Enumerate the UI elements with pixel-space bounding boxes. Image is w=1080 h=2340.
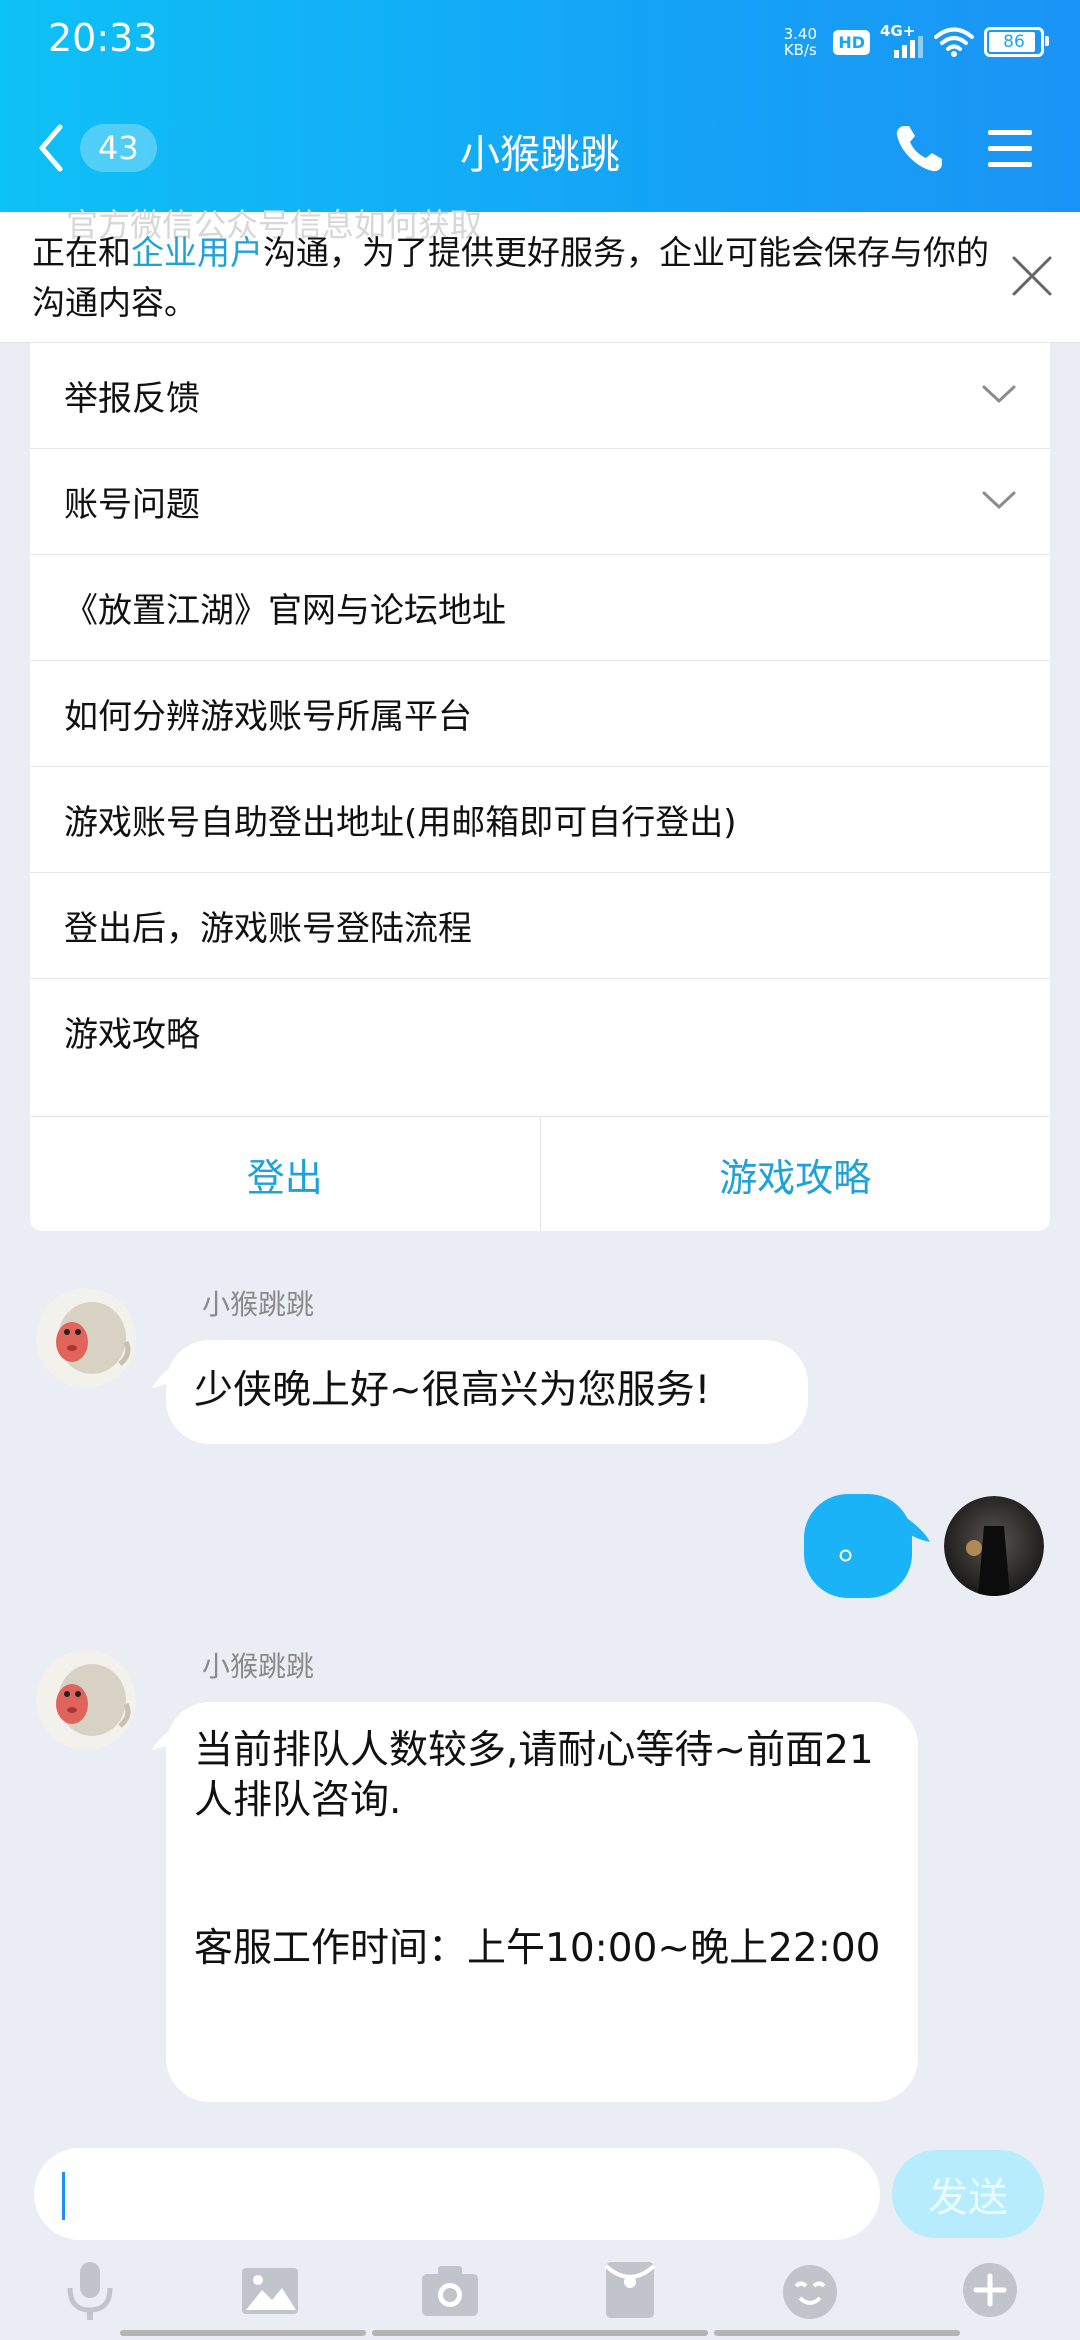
message-text: 。 xyxy=(838,1524,878,1569)
image-icon[interactable] xyxy=(238,2258,302,2322)
bubble-tail xyxy=(904,1516,930,1542)
text-caret xyxy=(62,2172,65,2220)
message-text: 客服工作时间：上午10:00~晚上22:00 xyxy=(194,1926,881,1971)
network-speed-unit: KB/s xyxy=(783,41,817,59)
my-message-bubble[interactable]: 。 xyxy=(804,1494,912,1598)
faq-actions: 登出 游戏攻略 xyxy=(30,1116,1050,1231)
message-bubble[interactable]: 少侠晚上好~很高兴为您服务! xyxy=(166,1340,808,1444)
monkey-icon xyxy=(36,1650,136,1750)
my-avatar[interactable] xyxy=(944,1496,1044,1596)
menu-icon[interactable] xyxy=(980,118,1040,178)
faq-menu-item[interactable]: 如何分辨游戏账号所属平台 xyxy=(30,660,1050,766)
red-packet-icon[interactable] xyxy=(598,2258,662,2322)
game-guide-action-button[interactable]: 游戏攻略 xyxy=(539,1117,1051,1231)
user-photo-icon xyxy=(944,1496,1044,1596)
mic-icon[interactable] xyxy=(58,2258,122,2322)
faq-menu-item[interactable]: 游戏攻略 xyxy=(30,978,1050,1084)
logout-action-button[interactable]: 登出 xyxy=(30,1117,540,1231)
scrollbar-segment xyxy=(372,2330,708,2336)
faq-menu-item-label: 《放置江湖》官网与论坛地址 xyxy=(64,591,506,631)
chevron-down-icon xyxy=(982,385,1016,404)
faq-menu-item-label: 游戏账号自助登出地址(用邮箱即可自行登出) xyxy=(64,803,737,843)
enterprise-notice: 官方微信公众号信息如何获取 正在和企业用户沟通，为了提供更好服务，企业可能会保存… xyxy=(0,206,1080,343)
monkey-icon xyxy=(36,1288,136,1388)
monkey-avatar[interactable] xyxy=(36,1650,136,1750)
cellular-signal-icon: 4G+ xyxy=(880,22,924,60)
faq-menu-item-label: 登出后，游戏账号登陆流程 xyxy=(64,909,472,949)
scrollbar-segment xyxy=(120,2330,366,2336)
battery-icon: 86 xyxy=(984,27,1049,57)
network-speed: 3.40 KB/s xyxy=(777,26,823,58)
status-time: 20:33 xyxy=(48,16,158,60)
app-header: 20:33 3.40 KB/s HD 4G+ 86 43 小猴跳跳 xyxy=(0,0,1080,212)
plus-icon[interactable] xyxy=(958,2258,1022,2322)
notice-prefix: 正在和 xyxy=(32,233,131,272)
scrollbar-segment xyxy=(714,2330,960,2336)
faq-menu-item[interactable]: 账号问题 xyxy=(30,448,1050,554)
faq-menu-item-label: 如何分辨游戏账号所属平台 xyxy=(64,697,472,737)
status-icons: 3.40 KB/s HD 4G+ 86 xyxy=(777,20,1049,64)
message-input[interactable] xyxy=(34,2148,880,2240)
send-button[interactable]: 发送 xyxy=(892,2150,1044,2238)
sender-name: 小猴跳跳 xyxy=(202,1650,315,1683)
network-speed-value: 3.40 xyxy=(783,25,818,43)
phone-call-icon[interactable] xyxy=(890,118,950,178)
enterprise-user-link[interactable]: 企业用户 xyxy=(131,233,263,272)
faq-menu-item-label: 账号问题 xyxy=(64,485,200,525)
close-icon[interactable] xyxy=(1004,248,1060,304)
faq-menu-item[interactable]: 登出后，游戏账号登陆流程 xyxy=(30,872,1050,978)
faq-menu-item-label: 游戏攻略 xyxy=(64,1015,200,1055)
faq-menu-card: 举报反馈账号问题《放置江湖》官网与论坛地址 如何分辨游戏账号所属平台游戏账号自助登… xyxy=(30,342,1050,1231)
message-bubble[interactable]: 当前排队人数较多,请耐心等待~前面21人排队咨询. 客服工作时间：上午10:00… xyxy=(166,1702,918,2102)
message-text: 当前排队人数较多,请耐心等待~前面21人排队咨询. xyxy=(194,1728,874,1823)
input-bar: 发送 xyxy=(0,2140,1080,2340)
faq-menu-item[interactable]: 《放置江湖》官网与论坛地址 xyxy=(30,554,1050,660)
sender-name: 小猴跳跳 xyxy=(202,1288,315,1321)
faq-menu-item[interactable]: 举报反馈 xyxy=(30,342,1050,448)
hd-badge: HD xyxy=(833,29,870,55)
battery-level: 86 xyxy=(1003,32,1025,52)
emoji-icon[interactable] xyxy=(778,2258,842,2322)
faq-menu-item-label: 举报反馈 xyxy=(64,379,200,419)
wifi-icon xyxy=(934,27,974,57)
camera-icon[interactable] xyxy=(418,2258,482,2322)
message-text: 少侠晚上好~很高兴为您服务! xyxy=(194,1368,711,1413)
monkey-avatar[interactable] xyxy=(36,1288,136,1388)
chevron-down-icon xyxy=(982,491,1016,510)
notice-text: 正在和企业用户沟通，为了提供更好服务，企业可能会保存与你的沟通内容。 xyxy=(32,228,992,328)
faq-menu-item[interactable]: 游戏账号自助登出地址(用邮箱即可自行登出) xyxy=(30,766,1050,872)
